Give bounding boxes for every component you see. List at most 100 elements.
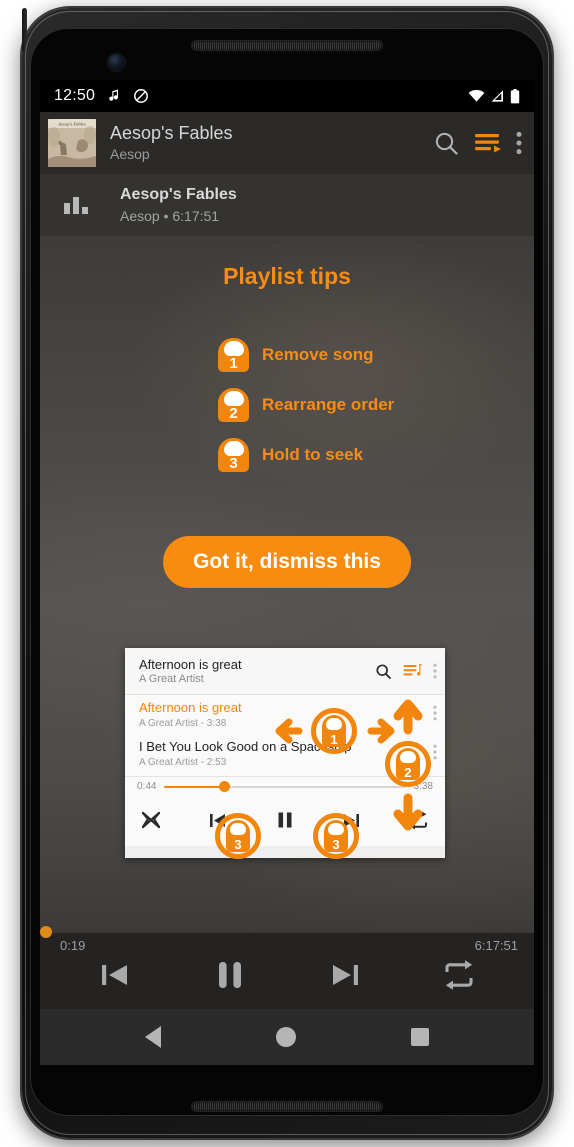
bottom-speaker [192, 1102, 382, 1111]
playlist-queue-icon [403, 663, 422, 676]
fingertip-shape: 3 [324, 820, 348, 852]
playlist-tips-heading: Playlist tips [223, 263, 351, 289]
demo-marker-3-next: 3 [313, 813, 359, 859]
demo-seek-thumb[interactable] [219, 781, 231, 792]
tip-item-rearrange-order: 2 Rearrange order [218, 380, 394, 430]
demo-marker-2: 2 [385, 741, 431, 787]
app-bar-title: Aesop's Fables [110, 123, 233, 143]
fingertip-shape: 1 [322, 715, 346, 747]
demo-app-bar: Afternoon is great A Great Artist [125, 648, 445, 695]
fingertip-dome [223, 341, 244, 356]
demo-seek-track[interactable] [164, 781, 406, 792]
now-playing-row[interactable]: Aesop's Fables Aesop • 6:17:51 [40, 174, 534, 236]
home-button[interactable] [275, 1027, 296, 1047]
demo-marker-3-previous: 3 [215, 813, 261, 859]
back-button[interactable] [145, 1026, 162, 1048]
now-playing-title: Aesop's Fables [120, 186, 237, 203]
phone-screen: 12:50 Aesop's Fables Aesop's Fables Aeso… [40, 80, 534, 1065]
android-navigation-bar [40, 1009, 534, 1065]
wifi-icon [468, 89, 485, 102]
pause-icon[interactable] [212, 957, 248, 993]
status-bar-notification-icons [108, 88, 149, 104]
demo-marker-1: 1 [311, 708, 357, 754]
previous-track-icon[interactable] [98, 958, 132, 992]
next-track-icon[interactable] [328, 958, 362, 992]
app-bar-title-block: Aesop's Fables Aesop [110, 123, 419, 163]
sim-tray [22, 8, 27, 52]
tip-label: Rearrange order [262, 395, 395, 414]
marker-number: 3 [332, 837, 340, 852]
demo-track-overflow-icon[interactable] [433, 705, 437, 721]
demo-seek-elapsed: 0:44 [137, 781, 157, 792]
player-elapsed-time: 0:19 [60, 938, 86, 953]
overflow-menu-icon [433, 663, 437, 679]
player-controls [40, 953, 534, 997]
bottom-playback-bar: 0:19 6:17:51 [40, 926, 534, 1009]
demo-search-button[interactable] [375, 663, 392, 680]
earpiece-speaker [192, 41, 382, 50]
album-art-caption: Aesop's Fables [57, 122, 86, 127]
status-bar: 12:50 [40, 80, 534, 112]
player-total-time: 6:17:51 [474, 938, 518, 953]
search-icon [435, 132, 458, 155]
album-art-thumbnail[interactable]: Aesop's Fables [48, 119, 96, 167]
demo-overflow-menu-button[interactable] [433, 663, 437, 679]
equalizer-icon [64, 196, 94, 214]
now-playing-meta: Aesop • 6:17:51 [120, 208, 220, 224]
touch-marker-number: 2 [229, 405, 238, 422]
fingertip-dome [230, 823, 246, 835]
search-icon [376, 663, 391, 679]
do-not-disturb-icon [134, 89, 148, 103]
fingertip-shape: 2 [396, 748, 420, 780]
tip-item-hold-to-seek: 3 Hold to seek [218, 430, 394, 480]
pause-icon[interactable] [275, 810, 295, 830]
touch-marker-number: 3 [229, 455, 238, 472]
search-button[interactable] [433, 130, 460, 157]
player-seek-track[interactable] [40, 926, 534, 938]
marker-number: 3 [234, 837, 242, 852]
app-bar: Aesop's Fables Aesop's Fables Aesop [40, 112, 534, 174]
status-bar-clock: 12:50 [54, 87, 96, 104]
playlist-tips-list: 1 Remove song 2 Rearrange order 3 Hold t… [218, 330, 394, 480]
marker-number: 2 [404, 765, 412, 780]
fingertip-dome [400, 751, 416, 763]
demo-track-overflow-icon[interactable] [433, 744, 437, 760]
battery-icon [510, 88, 520, 103]
demo-playlist-queue-button[interactable] [403, 663, 422, 679]
fingertip-dome [326, 718, 342, 730]
touch-marker-number: 1 [229, 355, 238, 372]
status-bar-system-icons [468, 88, 520, 104]
album-art-image: Aesop's Fables [48, 119, 96, 167]
demo-bottom-strip [125, 846, 445, 858]
now-playing-texts: Aesop's Fables Aesop • 6:17:51 [120, 185, 237, 225]
demo-seek-fill [164, 785, 225, 788]
recents-button[interactable] [410, 1028, 429, 1046]
marker-number: 1 [330, 732, 338, 747]
music-note-notification-icon [109, 89, 119, 101]
touch-marker-1-icon: 1 [218, 338, 249, 372]
cellular-signal-icon [491, 90, 503, 102]
tip-label: Remove song [262, 345, 374, 364]
player-seek-thumb[interactable] [40, 926, 52, 938]
demo-app-bar-titles: Afternoon is great A Great Artist [139, 657, 364, 686]
fingertip-dome [223, 391, 244, 406]
front-camera [108, 54, 125, 71]
shuffle-icon[interactable] [141, 810, 161, 830]
demo-screenshot-card: Afternoon is great A Great Artist Aftern… [125, 648, 445, 859]
overflow-menu-button[interactable] [516, 131, 522, 155]
dismiss-tips-button[interactable]: Got it, dismiss this [163, 536, 411, 588]
repeat-icon[interactable] [442, 959, 476, 991]
playlist-queue-icon [475, 134, 501, 153]
tip-label: Hold to seek [262, 445, 364, 464]
touch-marker-3-icon: 3 [218, 438, 249, 472]
fingertip-shape: 3 [226, 820, 250, 852]
playlist-tips-overlay: Playlist tips 1 Remove song 2 Rearrange … [40, 236, 534, 943]
fingertip-dome [328, 823, 344, 835]
tip-item-remove-song: 1 Remove song [218, 330, 394, 380]
demo-app-bar-subtitle: A Great Artist [139, 672, 204, 685]
demo-app-bar-title: Afternoon is great [139, 656, 242, 672]
playlist-queue-button[interactable] [474, 131, 502, 155]
fingertip-dome [223, 441, 244, 456]
app-bar-subtitle: Aesop [110, 146, 150, 162]
player-time-row: 0:19 6:17:51 [40, 931, 534, 953]
